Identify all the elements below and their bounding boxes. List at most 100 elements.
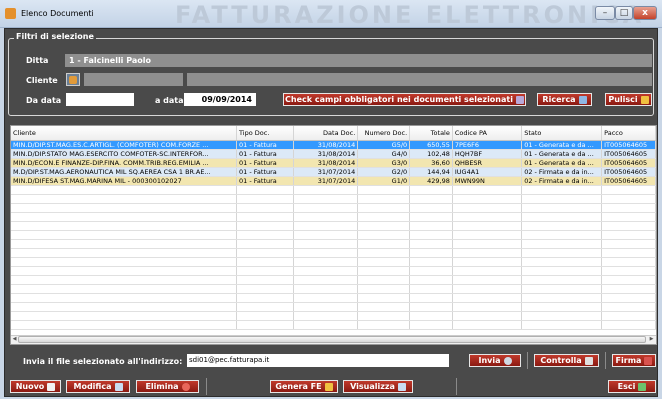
table-cell: [11, 203, 238, 213]
table-row[interactable]: MIN.D/DIP.STATO MAG.ESERCITO COMFOTER-SC…: [11, 149, 656, 159]
a-data-input[interactable]: 09/09/2014: [184, 93, 256, 106]
table-cell: 02 - Firmata e da in...: [521, 176, 603, 186]
empty-row: [11, 284, 656, 294]
table-cell: [452, 185, 523, 195]
table-cell: [357, 185, 411, 195]
table-cell: [521, 266, 603, 276]
table-cell: MIN.D/DIP.STATO MAG.ESERCITO COMFOTER-SC…: [11, 149, 238, 159]
scrollbar-thumb[interactable]: [18, 336, 646, 343]
check-fields-button[interactable]: Check campi obbligatori nei documenti se…: [283, 93, 526, 106]
table-cell: [11, 275, 238, 285]
controlla-label: Controlla: [540, 356, 582, 365]
close-button[interactable]: x: [633, 6, 657, 20]
table-cell: [357, 203, 411, 213]
table-cell: [601, 320, 656, 330]
firma-button[interactable]: Firma: [612, 354, 656, 367]
separator: [456, 378, 457, 395]
empty-row: [11, 239, 656, 249]
table-cell: [452, 230, 523, 240]
table-cell: [409, 302, 453, 312]
esci-button[interactable]: Esci: [608, 380, 656, 393]
table-row[interactable]: MIN.D/ECON.E FINANZE-DIP.FINA. COMM.TRIB…: [11, 158, 656, 168]
nuovo-button[interactable]: Nuovo: [10, 380, 61, 393]
column-header[interactable]: Tipo Doc.: [236, 126, 294, 141]
table-cell: 102,48: [409, 149, 453, 159]
column-header[interactable]: Numero Doc.: [357, 126, 411, 141]
table-cell: [236, 239, 294, 249]
elimina-button[interactable]: Elimina: [136, 380, 199, 393]
table-cell: [601, 230, 656, 240]
table-cell: [11, 212, 238, 222]
separator: [605, 352, 606, 369]
pulisci-button[interactable]: Pulisci: [605, 93, 652, 106]
column-header[interactable]: Codice PA: [452, 126, 523, 141]
empty-row: [11, 203, 656, 213]
visualizza-button[interactable]: Visualizza: [343, 380, 413, 393]
table-cell: [452, 266, 523, 276]
table-cell: [521, 203, 603, 213]
table-cell: [601, 266, 656, 276]
column-header[interactable]: Stato: [521, 126, 603, 141]
table-cell: [293, 212, 359, 222]
table-cell: [357, 320, 411, 330]
table-cell: IT005064605: [601, 176, 656, 186]
column-header[interactable]: Cliente: [11, 126, 238, 141]
table-cell: [11, 266, 238, 276]
column-header[interactable]: Totale: [409, 126, 453, 141]
ricerca-button[interactable]: Ricerca: [537, 93, 592, 106]
table-cell: [11, 302, 238, 312]
table-cell: [357, 275, 411, 285]
controlla-button[interactable]: Controlla: [534, 354, 599, 367]
send-address-input[interactable]: sdi01@pec.fatturapa.it: [187, 354, 449, 367]
table-cell: [521, 302, 603, 312]
table-row[interactable]: MIN.D/DIP.ST.MAG.ES.C.ARTIGL. (COMFOTER)…: [11, 140, 656, 150]
table-cell: [601, 203, 656, 213]
cliente-name-field[interactable]: [187, 73, 652, 86]
table-cell: [11, 320, 238, 330]
table-cell: [293, 275, 359, 285]
maximize-button[interactable]: □: [615, 6, 633, 20]
modifica-button[interactable]: Modifica: [66, 380, 130, 393]
table-cell: [236, 302, 294, 312]
scroll-right-icon[interactable]: ▶: [648, 336, 655, 343]
table-cell: 7PE6F6: [452, 140, 523, 150]
cliente-code-field[interactable]: [84, 73, 183, 86]
table-cell: [11, 311, 238, 321]
table-cell: [409, 257, 453, 267]
cliente-lookup-button[interactable]: [66, 73, 80, 86]
table-cell: 31/08/2014: [293, 140, 359, 150]
eraser-icon: [640, 95, 649, 104]
empty-row: [11, 293, 656, 303]
table-cell: [236, 266, 294, 276]
table-row[interactable]: M.D/DIP.ST.MAG.AERONAUTICA MIL SQ.AEREA …: [11, 167, 656, 177]
table-cell: [409, 239, 453, 249]
table-cell: [452, 257, 523, 267]
table-cell: [409, 185, 453, 195]
documents-grid[interactable]: Cliente Tipo Doc. Data Doc. Numero Doc. Tota…: [10, 125, 657, 345]
genera-fe-button[interactable]: Genera FE: [270, 380, 338, 393]
table-cell: 02 - Firmata e da in...: [521, 167, 603, 177]
table-cell: MWN99N: [452, 176, 523, 186]
table-cell: [293, 194, 359, 204]
da-data-input[interactable]: [66, 93, 134, 106]
table-cell: [357, 230, 411, 240]
scroll-left-icon[interactable]: ◀: [11, 336, 18, 343]
table-cell: [452, 275, 523, 285]
table-cell: [601, 185, 656, 195]
table-cell: [452, 293, 523, 303]
table-cell: [293, 284, 359, 294]
table-cell: [236, 293, 294, 303]
table-cell: [293, 257, 359, 267]
table-cell: [11, 248, 238, 258]
table-row[interactable]: MIN.D/DIFESA ST.MAG.MARINA MIL - 0003001…: [11, 176, 656, 186]
empty-row: [11, 302, 656, 312]
table-cell: [601, 275, 656, 285]
new-document-icon: [47, 382, 56, 391]
table-cell: [11, 194, 238, 204]
invia-button[interactable]: Invia: [469, 354, 521, 367]
column-header[interactable]: Pacco: [601, 126, 656, 141]
table-cell: MIN.D/ECON.E FINANZE-DIP.FINA. COMM.TRIB…: [11, 158, 238, 168]
column-header[interactable]: Data Doc.: [293, 126, 359, 141]
minimize-button[interactable]: –: [595, 6, 615, 20]
window-title: Elenco Documenti: [21, 9, 94, 18]
